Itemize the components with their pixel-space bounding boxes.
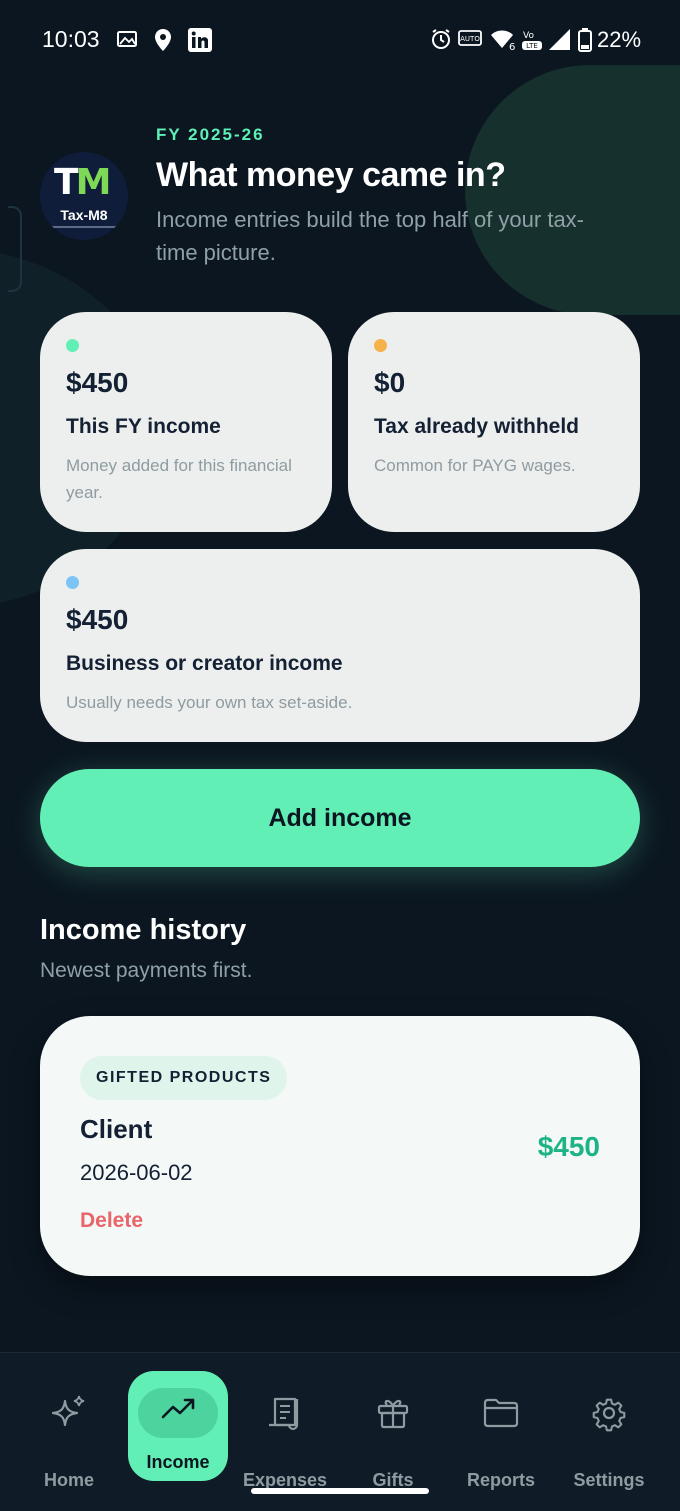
alarm-icon bbox=[432, 29, 450, 49]
trending-up-icon bbox=[161, 1398, 195, 1419]
summary-description: Money added for this financial year. bbox=[66, 456, 292, 502]
linkedin-icon bbox=[188, 28, 212, 52]
section-title: Income history bbox=[40, 914, 247, 946]
image-icon bbox=[117, 31, 137, 47]
entry-date: 2026-06-02 bbox=[80, 1160, 193, 1185]
summary-card-tax-withheld: $0 Tax already withheld Common for PAYG … bbox=[348, 312, 640, 532]
edge-panel-handle[interactable] bbox=[8, 206, 22, 292]
page-subtitle: Income entries build the top half of you… bbox=[156, 207, 585, 265]
auto-hz-icon: AUTO bbox=[458, 30, 482, 46]
receipt-icon bbox=[269, 1397, 299, 1431]
logo-mark: TM bbox=[54, 162, 111, 203]
entry-amount: $450 bbox=[537, 1131, 600, 1162]
financial-year-label: FY 2025-26 bbox=[156, 125, 265, 144]
nav-expenses[interactable]: Expenses bbox=[235, 1371, 335, 1490]
delete-button[interactable]: Delete bbox=[80, 1209, 143, 1233]
status-bar: 10:03 AUTO 6 Vo LTE 22% bbox=[0, 0, 680, 80]
cellular-signal-icon bbox=[549, 29, 570, 50]
status-dot bbox=[66, 339, 79, 352]
section-subtitle: Newest payments first. bbox=[40, 959, 253, 982]
svg-text:LTE: LTE bbox=[526, 42, 538, 50]
gift-icon bbox=[377, 1399, 409, 1429]
summary-card-business-income: $450 Business or creator income Usually … bbox=[40, 549, 640, 742]
entry-source: Client bbox=[80, 1114, 153, 1144]
nav-label: Income bbox=[146, 1452, 210, 1472]
summary-description: Common for PAYG wages. bbox=[374, 456, 576, 475]
status-dot bbox=[374, 339, 387, 352]
summary-card-fy-income: $450 This FY income Money added for this… bbox=[40, 312, 332, 532]
summary-label: Tax already withheld bbox=[374, 415, 580, 438]
sparkle-icon bbox=[51, 1395, 85, 1427]
income-screen: 10:03 AUTO 6 Vo LTE 22% TM Tax-M8 FY 202… bbox=[0, 0, 680, 1511]
summary-label: This FY income bbox=[66, 415, 221, 438]
home-indicator[interactable] bbox=[251, 1488, 429, 1494]
nav-income[interactable]: Income bbox=[128, 1371, 228, 1481]
income-entry-card[interactable]: GIFTED PRODUCTS Client 2026-06-02 Delete… bbox=[40, 1016, 640, 1276]
battery-percent: 22% bbox=[597, 27, 642, 52]
nav-gifts[interactable]: Gifts bbox=[343, 1371, 443, 1490]
summary-label: Business or creator income bbox=[66, 652, 343, 675]
category-badge: GIFTED PRODUCTS bbox=[80, 1056, 288, 1100]
wifi-6-icon: 6 bbox=[491, 30, 515, 52]
folder-icon bbox=[483, 1398, 519, 1428]
summary-amount: $450 bbox=[66, 604, 129, 635]
logo-tagline-line bbox=[48, 226, 120, 228]
svg-text:Vo: Vo bbox=[523, 31, 534, 41]
app-logo: TM Tax-M8 bbox=[40, 152, 128, 240]
battery-icon bbox=[578, 28, 592, 52]
status-time: 10:03 bbox=[42, 26, 100, 52]
svg-text:AUTO: AUTO bbox=[460, 35, 480, 43]
add-income-button[interactable]: Add income bbox=[40, 769, 640, 867]
page-title: What money came in? bbox=[156, 156, 506, 194]
svg-text:6: 6 bbox=[509, 42, 515, 52]
summary-description: Usually needs your own tax set-aside. bbox=[66, 693, 353, 712]
nav-label: Home bbox=[43, 1470, 94, 1490]
gear-icon bbox=[592, 1398, 626, 1432]
logo-text: Tax-M8 bbox=[60, 207, 108, 223]
volte-icon: Vo LTE bbox=[522, 31, 542, 50]
summary-amount: $450 bbox=[66, 367, 129, 398]
location-icon bbox=[155, 29, 171, 51]
nav-label: Reports bbox=[466, 1470, 535, 1490]
nav-label: Settings bbox=[573, 1470, 645, 1490]
nav-settings[interactable]: Settings bbox=[559, 1371, 659, 1490]
nav-reports[interactable]: Reports bbox=[451, 1371, 551, 1490]
status-dot bbox=[66, 576, 79, 589]
nav-home[interactable]: Home bbox=[19, 1371, 119, 1490]
summary-amount: $0 bbox=[374, 367, 406, 398]
